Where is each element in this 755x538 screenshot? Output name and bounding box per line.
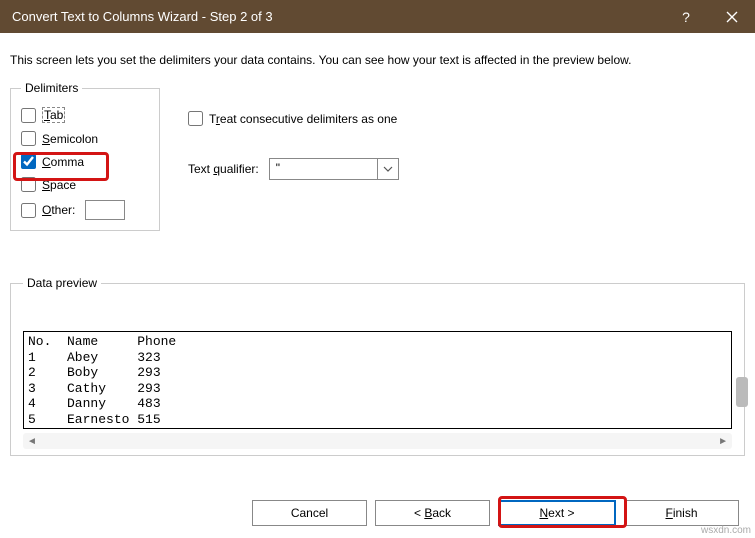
tab-checkbox[interactable] [21, 108, 36, 123]
help-button[interactable]: ? [663, 0, 709, 33]
space-checkbox[interactable] [21, 177, 36, 192]
delimiters-legend: Delimiters [21, 81, 82, 95]
window-title: Convert Text to Columns Wizard - Step 2 … [12, 9, 663, 24]
consecutive-checkbox[interactable] [188, 111, 203, 126]
titlebar: Convert Text to Columns Wizard - Step 2 … [0, 0, 755, 33]
other-checkbox[interactable] [21, 203, 36, 218]
horizontal-scrollbar[interactable]: ◄ ► [23, 433, 732, 449]
vertical-scrollbar[interactable] [736, 377, 748, 407]
scroll-right-icon: ► [718, 436, 728, 447]
qualifier-value: " [270, 159, 378, 179]
preview-content: No. Name Phone 1 Abey 323 2 Boby 293 3 C… [24, 332, 731, 429]
space-label: Space [42, 178, 76, 192]
data-preview-legend: Data preview [23, 276, 101, 290]
watermark: wsxdn.com [701, 525, 751, 536]
semicolon-checkbox[interactable] [21, 131, 36, 146]
consecutive-label: Treat consecutive delimiters as one [209, 112, 397, 126]
scroll-left-icon: ◄ [27, 436, 37, 447]
back-button[interactable]: < Back [375, 500, 490, 526]
other-input[interactable] [85, 200, 125, 220]
qualifier-dropdown[interactable]: " [269, 158, 399, 180]
data-preview-group: Data preview No. Name Phone 1 Abey 323 2… [10, 276, 745, 456]
button-row: Cancel < Back Next > Finish [252, 500, 739, 526]
preview-box: No. Name Phone 1 Abey 323 2 Boby 293 3 C… [23, 331, 732, 429]
comma-checkbox[interactable] [21, 154, 36, 169]
tab-label: Tab [42, 107, 65, 123]
next-button[interactable]: Next > [498, 500, 616, 526]
close-icon [726, 11, 738, 23]
comma-label: Comma [42, 155, 84, 169]
semicolon-label: Semicolon [42, 132, 98, 146]
other-label: Other: [42, 203, 75, 217]
cancel-button[interactable]: Cancel [252, 500, 367, 526]
chevron-down-icon [378, 159, 398, 179]
qualifier-label: Text qualifier: [188, 162, 259, 176]
delimiters-group: Delimiters Tab Semicolon Comma Space Oth… [10, 81, 160, 231]
description-text: This screen lets you set the delimiters … [0, 33, 755, 81]
close-button[interactable] [709, 0, 755, 33]
finish-button[interactable]: Finish [624, 500, 739, 526]
